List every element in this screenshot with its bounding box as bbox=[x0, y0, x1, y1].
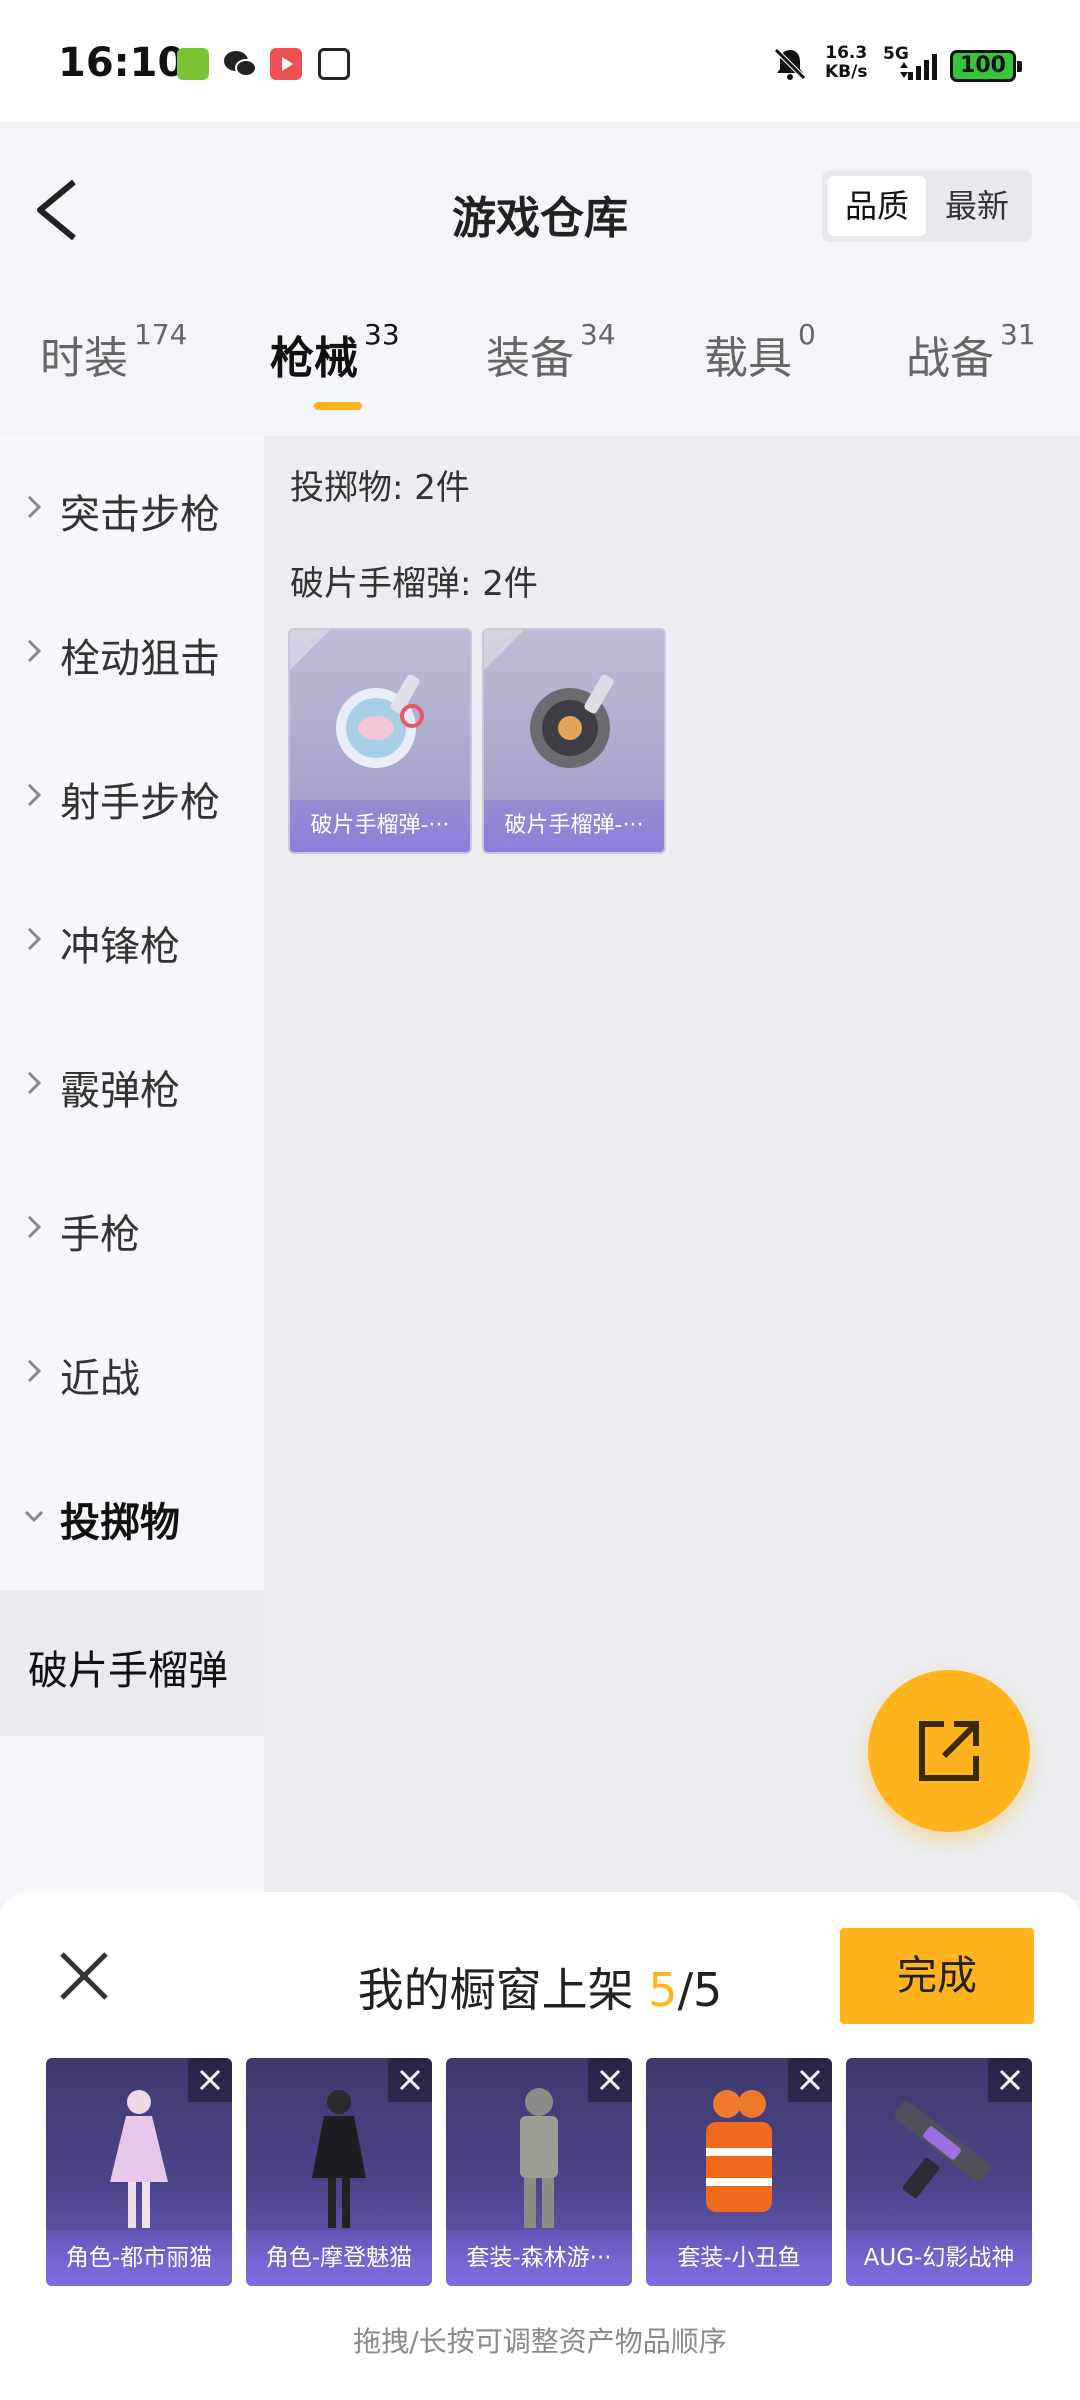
category-tabs: 时装 174 枪械 33 装备 34 载具 0 战备 31 bbox=[0, 318, 1080, 418]
sidebar-item-label: 冲锋枪 bbox=[60, 924, 180, 970]
chevron-right-icon bbox=[27, 1071, 42, 1095]
remove-icon[interactable] bbox=[388, 2058, 432, 2102]
sidebar-item-label: 突击步枪 bbox=[60, 492, 220, 538]
frag-grenade-image bbox=[530, 674, 614, 768]
active-tab-indicator bbox=[314, 402, 362, 410]
remove-icon[interactable] bbox=[988, 2058, 1032, 2102]
sort-toggle: 品质 最新 bbox=[822, 170, 1032, 242]
sidebar-item-marksman-rifle[interactable]: 射手步枪 bbox=[0, 724, 264, 868]
network-speed: 16.3 KB/s bbox=[825, 43, 868, 82]
tab-equipment[interactable]: 装备 34 bbox=[486, 318, 616, 386]
sidebar-item-assault-rifle[interactable]: 突击步枪 bbox=[0, 436, 264, 580]
character-figure-image bbox=[312, 2090, 366, 2228]
chevron-down-icon bbox=[24, 1510, 44, 1523]
item-card[interactable]: 破片手榴弹-··· bbox=[482, 628, 666, 854]
sidebar-item-bolt-sniper[interactable]: 栓动狙击 bbox=[0, 580, 264, 724]
item-grid-area: 投掷物: 2件 破片手榴弹: 2件 破片手榴弹-··· 破片手榴弹-··· bbox=[264, 436, 1080, 1900]
sidebar-item-label: 手枪 bbox=[60, 1212, 140, 1258]
sidebar-item-smg[interactable]: 冲锋枪 bbox=[0, 868, 264, 1012]
done-button[interactable]: 完成 bbox=[840, 1928, 1034, 2024]
chevron-right-icon bbox=[27, 783, 42, 807]
battery-indicator: 100 bbox=[950, 50, 1022, 82]
sidebar-item-label: 投掷物 bbox=[60, 1500, 180, 1546]
header: 游戏仓库 品质 最新 时装 174 枪械 33 装备 34 载具 0 战备 31 bbox=[0, 122, 1080, 418]
sidebar-item-throwables[interactable]: 投掷物 bbox=[0, 1444, 264, 1588]
character-figure-image bbox=[110, 2090, 168, 2228]
showcase-item[interactable]: 套装-森林游··· bbox=[446, 2058, 632, 2286]
wechat-icon bbox=[222, 48, 257, 80]
frag-grenade-image bbox=[336, 674, 424, 768]
showcase-item[interactable]: 套装-小丑鱼 bbox=[646, 2058, 832, 2286]
showcase-item-name: 角色-都市丽猫 bbox=[46, 2230, 232, 2286]
tab-fashion[interactable]: 时装 174 bbox=[40, 318, 187, 386]
document-app-icon bbox=[318, 48, 350, 80]
remove-icon[interactable] bbox=[788, 2058, 832, 2102]
sidebar-item-label: 近战 bbox=[60, 1356, 140, 1402]
reorder-hint: 拖拽/长按可调整资产物品顺序 bbox=[353, 2325, 727, 2358]
sidebar-item-melee[interactable]: 近战 bbox=[0, 1300, 264, 1444]
sidebar-subitem-frag-grenade[interactable]: 破片手榴弹 bbox=[0, 1590, 264, 1736]
showcase-item-name: 角色-摩登魅猫 bbox=[246, 2230, 432, 2286]
item-name: 破片手榴弹-··· bbox=[290, 800, 470, 852]
share-external-icon bbox=[919, 1721, 979, 1781]
tab-supplies[interactable]: 战备 31 bbox=[906, 318, 1036, 386]
sidebar-item-shotgun[interactable]: 霰弹枪 bbox=[0, 1012, 264, 1156]
category-count-label: 投掷物: 2件 bbox=[290, 468, 470, 508]
chevron-right-icon bbox=[27, 1359, 42, 1383]
sidebar-item-pistol[interactable]: 手枪 bbox=[0, 1156, 264, 1300]
showcase-item[interactable]: AUG-幻影战神 bbox=[846, 2058, 1032, 2286]
chevron-right-icon bbox=[27, 639, 42, 663]
remove-icon[interactable] bbox=[588, 2058, 632, 2102]
showcase-item-name: AUG-幻影战神 bbox=[846, 2230, 1032, 2286]
rifle-image bbox=[894, 2100, 991, 2199]
sidebar-item-label: 霰弹枪 bbox=[60, 1068, 180, 1114]
showcase-item-name: 套装-森林游··· bbox=[446, 2230, 632, 2286]
sort-newest-button[interactable]: 最新 bbox=[928, 176, 1026, 236]
share-fab-button[interactable] bbox=[868, 1670, 1030, 1832]
status-bar: 16:10 16.3 KB/s 5G 100 bbox=[0, 0, 1080, 122]
showcase-item[interactable]: 角色-都市丽猫 bbox=[46, 2058, 232, 2286]
showcase-panel: 我的橱窗上架 5/5 完成 角色-都市丽猫 角色-摩登魅猫 套装-森林游··· … bbox=[0, 1892, 1080, 2400]
chevron-right-icon bbox=[27, 495, 42, 519]
chevron-right-icon bbox=[27, 927, 42, 951]
showcase-item[interactable]: 角色-摩登魅猫 bbox=[246, 2058, 432, 2286]
remove-icon[interactable] bbox=[188, 2058, 232, 2102]
item-card[interactable]: 破片手榴弹-··· bbox=[288, 628, 472, 854]
mute-bell-icon bbox=[774, 48, 806, 80]
outfit-figure-image bbox=[706, 2090, 772, 2212]
sort-quality-button[interactable]: 品质 bbox=[828, 176, 926, 236]
sidebar-item-label: 射手步枪 bbox=[60, 780, 220, 826]
showcase-count: 5 bbox=[648, 1963, 678, 2017]
group-count-label: 破片手榴弹: 2件 bbox=[290, 564, 538, 604]
sidebar-subitem-label: 破片手榴弹 bbox=[28, 1648, 228, 1694]
video-app-icon bbox=[270, 48, 302, 80]
signal-icon bbox=[900, 54, 937, 80]
tab-vehicles[interactable]: 载具 0 bbox=[704, 318, 816, 386]
shield-app-icon bbox=[177, 48, 209, 80]
status-time: 16:10 bbox=[58, 40, 186, 86]
showcase-item-name: 套装-小丑鱼 bbox=[646, 2230, 832, 2286]
sidebar-item-label: 栓动狙击 bbox=[60, 636, 220, 682]
showcase-list: 角色-都市丽猫 角色-摩登魅猫 套装-森林游··· 套装-小丑鱼 AUG-幻影战… bbox=[46, 2058, 1046, 2288]
weapon-category-sidebar: 突击步枪 栓动狙击 射手步枪 冲锋枪 霰弹枪 手枪 近战 投掷物 破片手榴弹 bbox=[0, 436, 264, 1900]
tab-firearms[interactable]: 枪械 33 bbox=[270, 318, 400, 386]
item-name: 破片手榴弹-··· bbox=[484, 800, 664, 852]
outfit-figure-image bbox=[520, 2088, 558, 2228]
chevron-right-icon bbox=[27, 1215, 42, 1239]
